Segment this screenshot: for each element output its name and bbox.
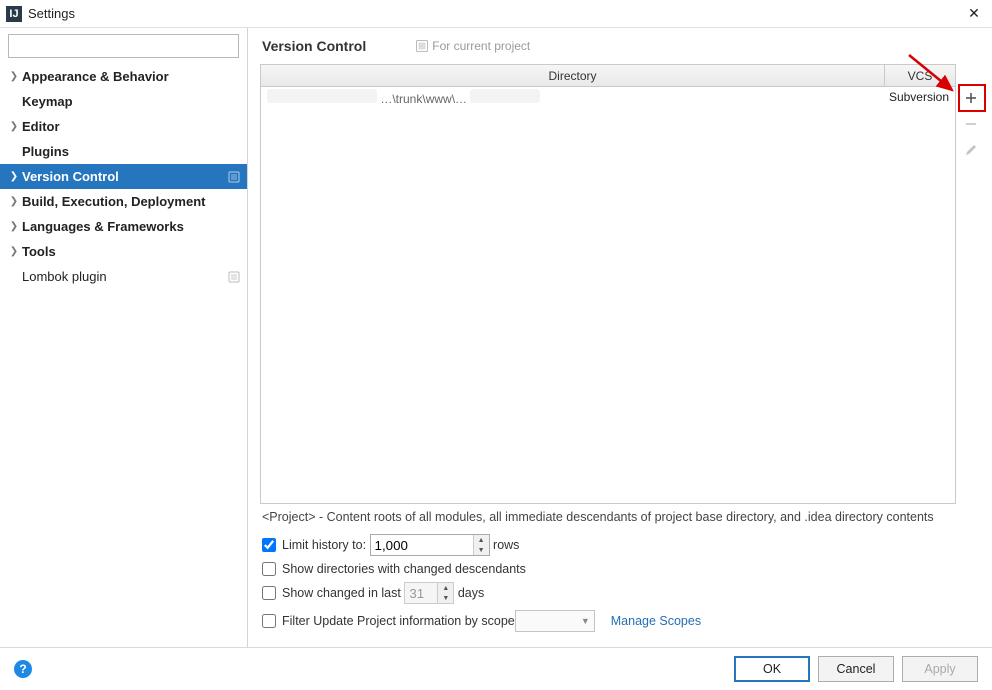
col-vcs[interactable]: VCS	[885, 65, 955, 86]
chevron-right-icon: ❯	[8, 121, 20, 132]
sidebar-item-label: Lombok plugin	[22, 269, 107, 284]
sidebar-item-label: Appearance & Behavior	[22, 69, 169, 84]
vcs-mappings-table[interactable]: Directory VCS …\trunk\www\… Subversion	[260, 64, 956, 504]
show-dirs-checkbox[interactable]	[262, 562, 276, 576]
add-button[interactable]	[961, 88, 981, 108]
sidebar-item-editor[interactable]: ❯ Editor	[0, 114, 247, 139]
option-limit-history: Limit history to: ▲▼ rows	[262, 534, 978, 556]
sidebar-item-label: Languages & Frameworks	[22, 219, 184, 234]
cancel-button[interactable]: Cancel	[818, 656, 894, 682]
main-panel: Version Control For current project Dire…	[248, 28, 992, 647]
sidebar-item-label: Build, Execution, Deployment	[22, 194, 205, 209]
window-title: Settings	[28, 6, 962, 21]
project-level-icon	[227, 170, 241, 184]
sidebar-item-plugins[interactable]: Plugins	[0, 139, 247, 164]
table-toolbar	[960, 88, 982, 166]
ok-button[interactable]: OK	[734, 656, 810, 682]
chevron-right-icon: ❯	[8, 221, 20, 232]
help-button[interactable]: ?	[14, 660, 32, 678]
sidebar-item-label: Keymap	[22, 94, 73, 109]
limit-history-input[interactable]	[370, 534, 490, 556]
chevron-down-icon: ▼	[581, 616, 590, 626]
sidebar: ▾ ❯ Appearance & Behavior Keymap ❯ Edito…	[0, 28, 248, 647]
filter-scope-checkbox[interactable]	[262, 614, 276, 628]
page-title: Version Control	[262, 38, 366, 54]
spinner-up-icon[interactable]: ▲	[474, 535, 489, 545]
sidebar-item-version-control[interactable]: ❯ Version Control	[0, 164, 247, 189]
show-changed-label-pre: Show changed in last	[282, 586, 401, 600]
settings-tree: ❯ Appearance & Behavior Keymap ❯ Editor …	[0, 64, 247, 647]
manage-scopes-link[interactable]: Manage Scopes	[611, 614, 701, 628]
limit-history-label-post: rows	[493, 538, 519, 552]
limit-history-label-pre: Limit history to:	[282, 538, 366, 552]
limit-history-checkbox[interactable]	[262, 538, 276, 552]
edit-button[interactable]	[961, 140, 981, 160]
chevron-right-icon: ❯	[8, 71, 20, 82]
sidebar-item-label: Tools	[22, 244, 56, 259]
sidebar-item-languages[interactable]: ❯ Languages & Frameworks	[0, 214, 247, 239]
sidebar-item-label: Plugins	[22, 144, 69, 159]
show-changed-label-post: days	[458, 586, 484, 600]
remove-button[interactable]	[961, 114, 981, 134]
scope-dropdown[interactable]: ▼	[515, 610, 595, 632]
dialog-footer: ? OK Cancel Apply	[0, 647, 992, 689]
table-row[interactable]: …\trunk\www\… Subversion	[261, 87, 955, 107]
close-icon[interactable]: ✕	[962, 2, 986, 26]
sidebar-item-tools[interactable]: ❯ Tools	[0, 239, 247, 264]
sidebar-item-keymap[interactable]: Keymap	[0, 89, 247, 114]
titlebar: IJ Settings ✕	[0, 0, 992, 28]
chevron-right-icon: ❯	[8, 246, 20, 257]
filter-scope-label: Filter Update Project information by sco…	[282, 614, 515, 628]
spinner-down-icon[interactable]: ▼	[474, 545, 489, 555]
sidebar-item-build[interactable]: ❯ Build, Execution, Deployment	[0, 189, 247, 214]
show-changed-checkbox[interactable]	[262, 586, 276, 600]
table-header: Directory VCS	[261, 65, 955, 87]
spinner: ▲▼	[437, 583, 453, 603]
sidebar-item-label: Version Control	[22, 169, 119, 184]
hint-text: <Project> - Content roots of all modules…	[262, 510, 978, 524]
project-level-icon	[227, 270, 241, 284]
for-current-project-text: For current project	[432, 39, 530, 53]
option-show-changed: Show changed in last ▲▼ days	[262, 582, 978, 604]
cell-vcs: Subversion	[885, 90, 955, 104]
search-input[interactable]	[8, 34, 239, 58]
app-icon: IJ	[6, 6, 22, 22]
col-directory[interactable]: Directory	[261, 65, 885, 86]
sidebar-item-appearance[interactable]: ❯ Appearance & Behavior	[0, 64, 247, 89]
spinner[interactable]: ▲▼	[473, 535, 489, 555]
chevron-right-icon: ❯	[8, 171, 20, 182]
cell-directory: …\trunk\www\…	[261, 89, 885, 106]
option-filter-scope: Filter Update Project information by sco…	[262, 610, 978, 632]
option-show-dirs: Show directories with changed descendant…	[262, 562, 978, 576]
apply-button[interactable]: Apply	[902, 656, 978, 682]
sidebar-item-label: Editor	[22, 119, 60, 134]
sidebar-item-lombok[interactable]: Lombok plugin	[0, 264, 247, 289]
chevron-right-icon: ❯	[8, 196, 20, 207]
show-dirs-label: Show directories with changed descendant…	[282, 562, 526, 576]
for-current-project-label: For current project	[416, 39, 530, 53]
